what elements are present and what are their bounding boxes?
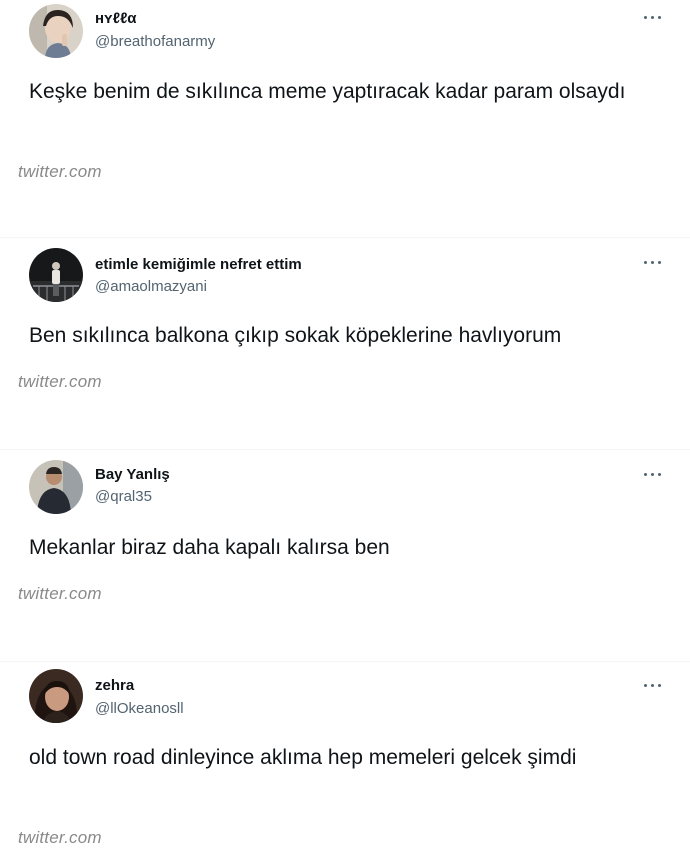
avatar[interactable] (29, 669, 83, 723)
tweet-card: ʜʏℓℓα @breathofanarmy Keşke benim de sık… (0, 0, 690, 200)
more-options-icon[interactable] (642, 470, 664, 480)
tweet-card: Bay Yanlış @qral35 Mekanlar biraz daha k… (0, 456, 690, 616)
avatar[interactable] (29, 248, 83, 302)
divider (0, 661, 690, 662)
tweet-text: Keşke benim de sıkılınca meme yaptıracak… (29, 80, 626, 103)
tweet-card: etimle kemiğimle nefret ettim @amaolmazy… (0, 244, 690, 404)
user-handle[interactable]: @qral35 (95, 488, 152, 505)
display-name[interactable]: zehra (95, 677, 134, 694)
more-options-icon[interactable] (642, 258, 664, 268)
source-watermark: twitter.com (18, 162, 102, 181)
tweet-feed: ʜʏℓℓα @breathofanarmy Keşke benim de sık… (0, 0, 690, 851)
tweet-text: old town road dinleyince aklıma hep meme… (29, 746, 577, 769)
source-watermark: twitter.com (18, 372, 102, 391)
more-options-icon[interactable] (642, 681, 664, 691)
source-watermark: twitter.com (18, 584, 102, 603)
source-watermark: twitter.com (18, 828, 102, 847)
display-name[interactable]: Bay Yanlış (95, 466, 170, 483)
more-options-icon[interactable] (642, 13, 664, 23)
avatar[interactable] (29, 4, 83, 58)
tweet-text: Mekanlar biraz daha kapalı kalırsa ben (29, 536, 390, 559)
display-name[interactable]: etimle kemiğimle nefret ettim (95, 256, 302, 273)
user-handle[interactable]: @breathofanarmy (95, 33, 215, 50)
tweet-card: zehra @llOkeanosll old town road dinleyi… (0, 668, 690, 851)
display-name[interactable]: ʜʏℓℓα (95, 10, 137, 27)
avatar[interactable] (29, 460, 83, 514)
user-handle[interactable]: @llOkeanosll (95, 700, 184, 717)
divider (0, 449, 690, 450)
user-handle[interactable]: @amaolmazyani (95, 278, 207, 295)
tweet-text: Ben sıkılınca balkona çıkıp sokak köpekl… (29, 324, 562, 347)
divider (0, 237, 690, 238)
